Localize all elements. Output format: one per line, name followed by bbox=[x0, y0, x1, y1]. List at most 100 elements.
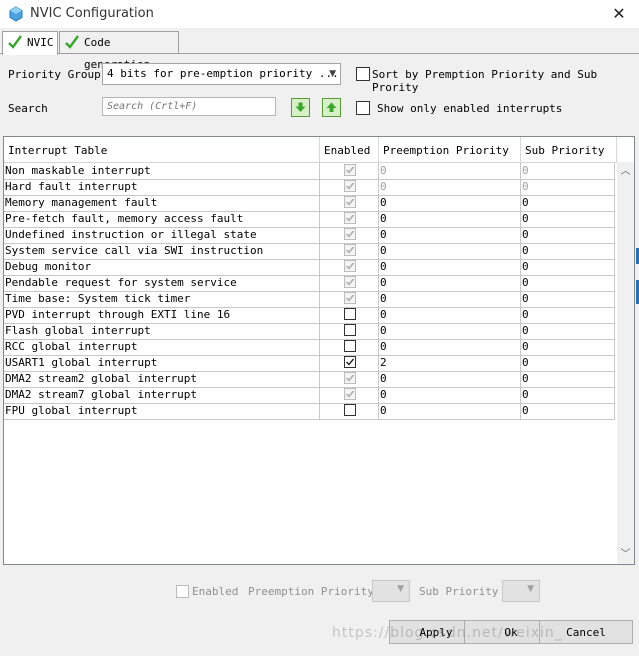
search-input[interactable] bbox=[102, 97, 276, 116]
enabled-cell bbox=[320, 179, 379, 195]
chevron-down-icon: ▼ bbox=[329, 69, 336, 79]
sub-priority-cell[interactable]: 0 bbox=[521, 403, 615, 419]
preemption-priority-cell[interactable]: 0 bbox=[379, 291, 521, 307]
search-previous-button[interactable] bbox=[322, 98, 341, 117]
sub-priority-cell[interactable]: 0 bbox=[521, 291, 615, 307]
interrupt-name-cell: DMA2 stream7 global interrupt bbox=[4, 387, 320, 403]
sub-priority-cell[interactable]: 0 bbox=[521, 211, 615, 227]
table-row[interactable]: Time base: System tick timer 0 0 bbox=[4, 291, 615, 308]
enabled-checkbox[interactable] bbox=[344, 404, 356, 416]
sub-priority-cell[interactable]: 0 bbox=[521, 339, 615, 355]
sub-priority-cell[interactable]: 0 bbox=[521, 195, 615, 211]
close-button[interactable]: ✕ bbox=[599, 0, 639, 28]
arrow-up-icon bbox=[326, 102, 337, 112]
table-row[interactable]: FPU global interrupt 0 0 bbox=[4, 403, 615, 420]
preemption-priority-cell[interactable]: 0 bbox=[379, 227, 521, 243]
preemption-priority-cell[interactable]: 0 bbox=[379, 195, 521, 211]
sub-priority-cell[interactable]: 0 bbox=[521, 275, 615, 291]
table-row[interactable]: RCC global interrupt 0 0 bbox=[4, 339, 615, 356]
column-header-enabled[interactable]: Enabled bbox=[320, 137, 379, 162]
checkmark-icon bbox=[346, 294, 355, 302]
checkmark-icon bbox=[346, 374, 355, 382]
table-row[interactable]: Hard fault interrupt 0 0 bbox=[4, 179, 615, 196]
table-row[interactable]: Undefined instruction or illegal state 0 0 bbox=[4, 227, 615, 244]
enabled-checkbox bbox=[344, 244, 356, 256]
column-header-preemption[interactable]: Preemption Priority bbox=[379, 137, 521, 162]
preemption-priority-cell[interactable]: 0 bbox=[379, 403, 521, 419]
sub-priority-cell[interactable]: 0 bbox=[521, 355, 615, 371]
sub-priority-cell[interactable]: 0 bbox=[521, 227, 615, 243]
sub-priority-cell[interactable]: 0 bbox=[521, 307, 615, 323]
sub-priority-cell[interactable]: 0 bbox=[521, 323, 615, 339]
chevron-down-icon: ▼ bbox=[527, 584, 534, 594]
detail-enabled-checkbox[interactable] bbox=[176, 585, 189, 598]
preemption-priority-cell[interactable]: 0 bbox=[379, 323, 521, 339]
detail-preemption-select[interactable]: ▼ bbox=[372, 580, 410, 602]
detail-sub-priority-select[interactable]: ▼ bbox=[502, 580, 540, 602]
table-row[interactable]: DMA2 stream7 global interrupt 0 0 bbox=[4, 387, 615, 404]
table-row[interactable]: USART1 global interrupt 2 0 bbox=[4, 355, 615, 372]
search-next-button[interactable] bbox=[291, 98, 310, 117]
sub-priority-cell[interactable]: 0 bbox=[521, 371, 615, 387]
preemption-priority-cell[interactable]: 0 bbox=[379, 371, 521, 387]
checkmark-icon bbox=[346, 358, 355, 366]
tab-label: NVIC bbox=[27, 36, 54, 49]
preemption-priority-cell[interactable]: 0 bbox=[379, 243, 521, 259]
table-row[interactable]: DMA2 stream2 global interrupt 0 0 bbox=[4, 371, 615, 388]
table-row[interactable]: Pre-fetch fault, memory access fault 0 0 bbox=[4, 211, 615, 228]
search-label: Search bbox=[8, 102, 48, 115]
table-header: Interrupt Table Enabled Preemption Prior… bbox=[4, 137, 617, 163]
sort-by-priority-checkbox[interactable] bbox=[356, 67, 370, 81]
enabled-checkbox[interactable] bbox=[344, 324, 356, 336]
preemption-priority-cell[interactable]: 0 bbox=[379, 211, 521, 227]
column-header-interrupt[interactable]: Interrupt Table bbox=[4, 137, 320, 162]
enabled-cell bbox=[320, 259, 379, 275]
enabled-cell bbox=[320, 211, 379, 227]
scroll-up-icon[interactable]: ︿ bbox=[617, 163, 634, 180]
table-row[interactable]: PVD interrupt through EXTI line 16 0 0 bbox=[4, 307, 615, 324]
enabled-checkbox[interactable] bbox=[344, 340, 356, 352]
sub-priority-cell[interactable]: 0 bbox=[521, 259, 615, 275]
preemption-priority-cell[interactable]: 0 bbox=[379, 339, 521, 355]
enabled-cell bbox=[320, 163, 379, 179]
checkmark-icon bbox=[346, 214, 355, 222]
tab-divider bbox=[0, 53, 639, 54]
preemption-priority-cell[interactable]: 0 bbox=[379, 179, 521, 195]
enabled-checkbox bbox=[344, 212, 356, 224]
sub-priority-cell[interactable]: 0 bbox=[521, 243, 615, 259]
table-row[interactable]: Pendable request for system service 0 0 bbox=[4, 275, 615, 292]
scroll-down-icon[interactable]: ﹀ bbox=[617, 546, 634, 563]
interrupt-name-cell: DMA2 stream2 global interrupt bbox=[4, 371, 320, 387]
enabled-cell bbox=[320, 227, 379, 243]
table-row[interactable]: Debug monitor 0 0 bbox=[4, 259, 615, 276]
preemption-priority-cell[interactable]: 0 bbox=[379, 163, 521, 179]
table-row[interactable]: Memory management fault 0 0 bbox=[4, 195, 615, 212]
table-row[interactable]: Non maskable interrupt 0 0 bbox=[4, 163, 615, 180]
enabled-cell bbox=[320, 403, 379, 419]
interrupt-name-cell: FPU global interrupt bbox=[4, 403, 320, 419]
table-row[interactable]: Flash global interrupt 0 0 bbox=[4, 323, 615, 340]
tab-nvic[interactable]: NVIC bbox=[2, 31, 58, 55]
column-header-sub-priority[interactable]: Sub Priority bbox=[521, 137, 617, 162]
detail-preemption-label: Preemption Priority bbox=[248, 585, 374, 598]
enabled-checkbox[interactable] bbox=[344, 356, 356, 368]
preemption-priority-cell[interactable]: 2 bbox=[379, 355, 521, 371]
preemption-priority-cell[interactable]: 0 bbox=[379, 387, 521, 403]
preemption-priority-cell[interactable]: 0 bbox=[379, 259, 521, 275]
cancel-button[interactable]: Cancel bbox=[539, 620, 633, 644]
tab-code-generation[interactable]: Code generation bbox=[59, 31, 179, 71]
priority-group-select[interactable]: 4 bits for pre-emption priority ... ▼ bbox=[102, 63, 341, 85]
interrupt-name-cell: Pre-fetch fault, memory access fault bbox=[4, 211, 320, 227]
vertical-scrollbar[interactable]: ︿ ﹀ bbox=[617, 162, 634, 564]
sub-priority-cell[interactable]: 0 bbox=[521, 179, 615, 195]
table-row[interactable]: System service call via SWI instruction 0… bbox=[4, 243, 615, 260]
show-enabled-checkbox[interactable] bbox=[356, 101, 370, 115]
enabled-cell bbox=[320, 291, 379, 307]
enabled-checkbox bbox=[344, 388, 356, 400]
enabled-checkbox bbox=[344, 228, 356, 240]
sub-priority-cell[interactable]: 0 bbox=[521, 163, 615, 179]
enabled-checkbox[interactable] bbox=[344, 308, 356, 320]
sub-priority-cell[interactable]: 0 bbox=[521, 387, 615, 403]
preemption-priority-cell[interactable]: 0 bbox=[379, 307, 521, 323]
preemption-priority-cell[interactable]: 0 bbox=[379, 275, 521, 291]
